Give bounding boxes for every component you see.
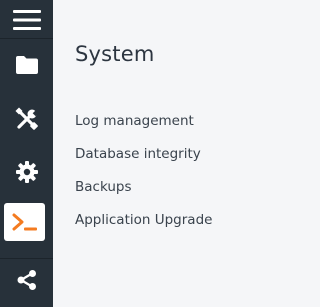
hamburger-menu-icon bbox=[12, 9, 41, 31]
page-title: System bbox=[75, 42, 155, 66]
main-panel: System Log management Database integrity… bbox=[53, 0, 252, 307]
sidebar-item-tools[interactable] bbox=[0, 102, 53, 135]
terminal-prompt-icon bbox=[11, 211, 39, 233]
sidebar-item-settings[interactable] bbox=[0, 155, 53, 188]
sidebar-divider bbox=[0, 258, 53, 259]
folder-icon bbox=[15, 55, 39, 75]
menu-item-application-upgrade[interactable]: Application Upgrade bbox=[75, 210, 212, 243]
wrench-screwdriver-icon bbox=[14, 106, 39, 131]
menu-item-backups[interactable]: Backups bbox=[75, 177, 212, 210]
gear-icon bbox=[15, 160, 39, 184]
sidebar-item-files[interactable] bbox=[0, 48, 53, 81]
menu-item-database-integrity[interactable]: Database integrity bbox=[75, 144, 212, 177]
sidebar-item-share[interactable] bbox=[0, 263, 53, 296]
sidebar-item-system[interactable] bbox=[4, 203, 45, 241]
sidebar-divider bbox=[0, 38, 53, 39]
share-icon bbox=[16, 269, 38, 291]
sidebar bbox=[0, 0, 53, 307]
menu-item-log-management[interactable]: Log management bbox=[75, 111, 212, 144]
app-window: System Log management Database integrity… bbox=[0, 0, 252, 307]
menu-toggle-button[interactable] bbox=[0, 3, 53, 36]
system-menu: Log management Database integrity Backup… bbox=[75, 111, 212, 243]
